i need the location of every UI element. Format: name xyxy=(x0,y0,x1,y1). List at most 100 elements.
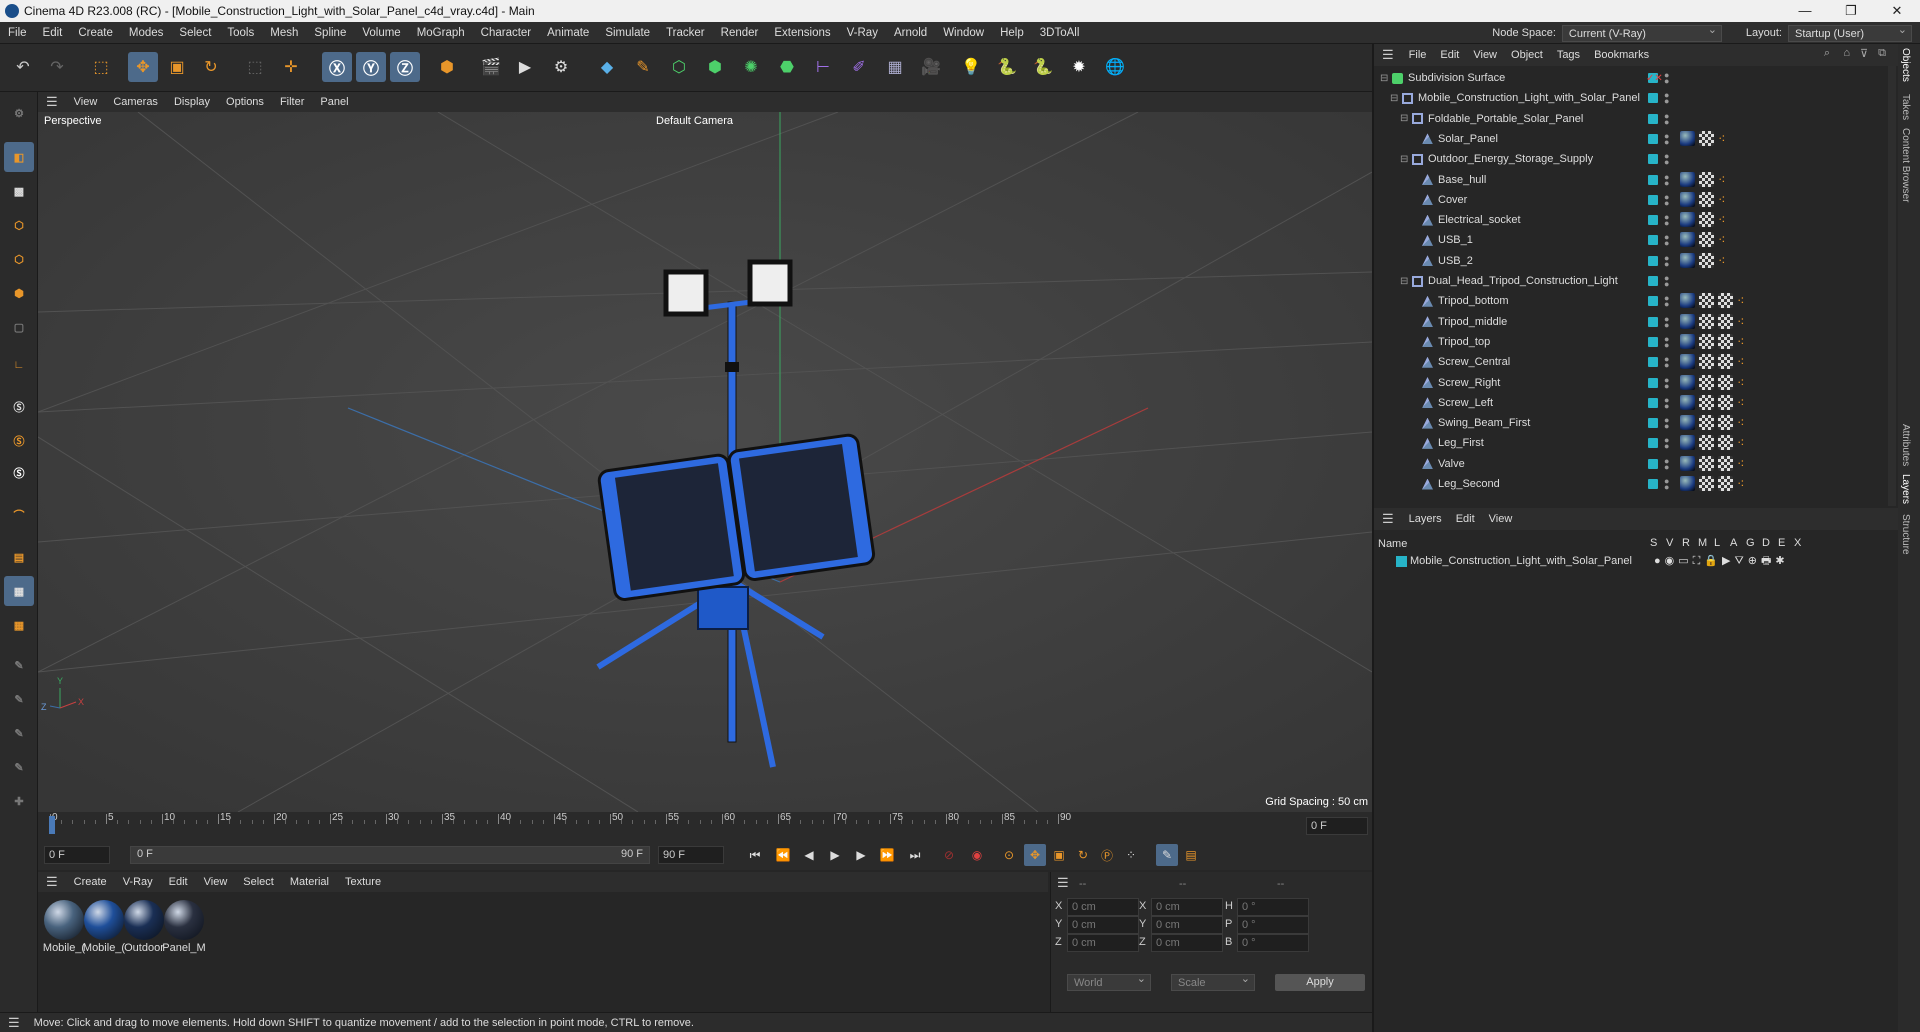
material-tag-icon[interactable] xyxy=(1680,212,1695,228)
node-space-dropdown[interactable]: Current (V-Ray) xyxy=(1561,23,1722,42)
new-window-icon[interactable]: ⧉ xyxy=(1878,47,1886,60)
layer-color-tag[interactable] xyxy=(1648,438,1658,449)
menu-v-ray[interactable]: V-Ray xyxy=(839,27,886,39)
phong-tag-icon[interactable]: ⁖ xyxy=(1718,212,1726,228)
layer-column-r[interactable]: R xyxy=(1682,537,1690,549)
menu-tracker[interactable]: Tracker xyxy=(658,27,713,39)
viewport-canvas[interactable]: Y X Z xyxy=(38,112,1372,812)
coord-value-field[interactable]: 0 ° xyxy=(1237,916,1309,934)
material-menu-material[interactable]: Material xyxy=(282,876,337,888)
object-row[interactable]: Tripod_middle ● ● ⁖ xyxy=(1374,312,1884,332)
material-tag-icon[interactable] xyxy=(1680,354,1695,370)
texture-tag-icon[interactable] xyxy=(1699,191,1714,207)
layer-column-s[interactable]: S xyxy=(1650,537,1657,549)
object-menu-bookmarks[interactable]: Bookmarks xyxy=(1587,49,1656,61)
layer-color-tag[interactable] xyxy=(1648,377,1658,388)
close-button[interactable]: ✕ xyxy=(1874,0,1920,22)
object-menu-file[interactable]: File xyxy=(1402,49,1434,61)
autokey-icon[interactable]: ◉ xyxy=(966,844,988,866)
object-row[interactable]: Solar_Panel ● ● ⁖ xyxy=(1374,129,1884,149)
phong-tag-icon[interactable]: ⁖ xyxy=(1718,232,1726,248)
material-tag-icon[interactable] xyxy=(1680,313,1695,329)
object-row[interactable]: Cover ● ● ⁖ xyxy=(1374,190,1884,210)
pen-spline-icon[interactable]: ✎ xyxy=(628,52,658,82)
object-row[interactable]: Tripod_bottom ● ● ⁖ xyxy=(1374,291,1884,311)
texture-tag-icon[interactable] xyxy=(1699,313,1714,329)
side-tab-content-browser[interactable]: Content Browser xyxy=(1900,128,1911,202)
object-row[interactable]: Leg_Second ● ● ⁖ xyxy=(1374,474,1884,494)
layer-column-m[interactable]: M xyxy=(1698,537,1707,549)
coord-value-field[interactable]: 0 cm xyxy=(1151,898,1223,916)
menu-edit[interactable]: Edit xyxy=(35,27,71,39)
visibility-dots-icon[interactable]: ● ● xyxy=(1664,131,1669,146)
layer-menu-edit[interactable]: Edit xyxy=(1449,513,1482,525)
layer-color-tag[interactable] xyxy=(1648,113,1658,124)
menu-arnold[interactable]: Arnold xyxy=(886,27,935,39)
object-row[interactable]: Electrical_socket ● ● ⁖ xyxy=(1374,210,1884,230)
grid-icon[interactable]: ▦ xyxy=(4,576,34,606)
phong-tag-icon[interactable]: ⁖ xyxy=(1737,415,1745,431)
material-preview[interactable] xyxy=(164,900,204,940)
hamburger-icon[interactable]: ☰ xyxy=(0,1015,28,1031)
phong-tag-icon[interactable]: ⁖ xyxy=(1737,435,1745,451)
phong-tag-icon[interactable]: ⁖ xyxy=(1737,395,1745,411)
texture-tag-icon[interactable] xyxy=(1699,293,1714,309)
subdivision-icon[interactable]: ⬡ xyxy=(664,52,694,82)
layer-column-l[interactable]: L xyxy=(1714,537,1720,549)
side-tab-layers[interactable]: Layers xyxy=(1900,474,1911,504)
layer-column-e[interactable]: E xyxy=(1778,537,1785,549)
smooth-icon[interactable]: ✎ xyxy=(4,718,34,748)
texture-tag-icon[interactable] xyxy=(1699,435,1714,451)
menu-animate[interactable]: Animate xyxy=(539,27,597,39)
python-generator-icon[interactable]: 🐍 xyxy=(1028,52,1058,82)
python-icon[interactable]: 🐍 xyxy=(992,52,1022,82)
cube-icon[interactable]: ◆ xyxy=(592,52,622,82)
uvw-tag-icon[interactable] xyxy=(1718,435,1733,451)
object-row[interactable]: Screw_Right ● ● ⁖ xyxy=(1374,373,1884,393)
menu-character[interactable]: Character xyxy=(473,27,540,39)
visibility-dots-icon[interactable]: ● ● xyxy=(1664,477,1669,492)
layer-menu-layers[interactable]: Layers xyxy=(1402,513,1449,525)
object-row[interactable]: ⊟ Subdivision Surface ● ● ✓✕ xyxy=(1374,68,1884,88)
material-swatch[interactable]: Mobile_( xyxy=(42,900,86,954)
axis-mode-icon[interactable]: ∟ xyxy=(4,350,34,380)
material-tag-icon[interactable] xyxy=(1680,394,1695,410)
texture-tag-icon[interactable] xyxy=(1699,354,1714,370)
material-tag-icon[interactable] xyxy=(1680,333,1695,349)
texture-tag-icon[interactable] xyxy=(1699,252,1714,268)
apply-button[interactable]: Apply xyxy=(1275,974,1365,991)
material-menu-create[interactable]: Create xyxy=(66,876,115,888)
side-tab-structure[interactable]: Structure xyxy=(1900,514,1911,555)
key-param-icon[interactable]: Ⓟ xyxy=(1096,844,1118,866)
phong-tag-icon[interactable]: ⁖ xyxy=(1737,354,1745,370)
home-icon[interactable]: ⌂ xyxy=(1843,47,1850,59)
menu-extensions[interactable]: Extensions xyxy=(766,27,838,39)
object-row[interactable]: Base_hull ● ● ⁖ xyxy=(1374,170,1884,190)
layer-column-x[interactable]: X xyxy=(1794,537,1801,549)
menu-file[interactable]: File xyxy=(0,27,35,39)
material-preview[interactable] xyxy=(84,900,124,940)
visibility-dots-icon[interactable]: ● ● xyxy=(1664,111,1669,126)
coord-value-field[interactable]: 0 cm xyxy=(1151,934,1223,952)
magnet-icon[interactable]: ⌒ xyxy=(4,500,34,530)
record-disabled-icon[interactable]: ⊘ xyxy=(938,844,960,866)
uvw-tag-icon[interactable] xyxy=(1718,476,1733,491)
material-tag-icon[interactable] xyxy=(1680,455,1695,471)
menu-3dtoall[interactable]: 3DToAll xyxy=(1032,27,1088,39)
side-tab-takes[interactable]: Takes xyxy=(1900,94,1911,120)
menu-select[interactable]: Select xyxy=(171,27,219,39)
sculpt-icon[interactable]: ✎ xyxy=(4,684,34,714)
menu-spline[interactable]: Spline xyxy=(306,27,354,39)
end-frame-field[interactable]: 90 F xyxy=(658,846,724,864)
menu-create[interactable]: Create xyxy=(70,27,121,39)
layer-color-swatch[interactable] xyxy=(1396,555,1407,567)
phong-tag-icon[interactable]: ⁖ xyxy=(1737,314,1745,330)
undo-icon[interactable]: ↶ xyxy=(8,52,38,82)
phong-tag-icon[interactable]: ⁖ xyxy=(1737,293,1745,309)
floor-icon[interactable]: ▦ xyxy=(880,52,910,82)
start-frame-field[interactable]: 0 F xyxy=(44,846,110,864)
uvw-tag-icon[interactable] xyxy=(1718,394,1733,410)
filter-icon[interactable]: ⊽ xyxy=(1860,47,1868,60)
visibility-dots-icon[interactable]: ● ● xyxy=(1664,375,1669,390)
layer-color-tag[interactable] xyxy=(1648,194,1658,205)
